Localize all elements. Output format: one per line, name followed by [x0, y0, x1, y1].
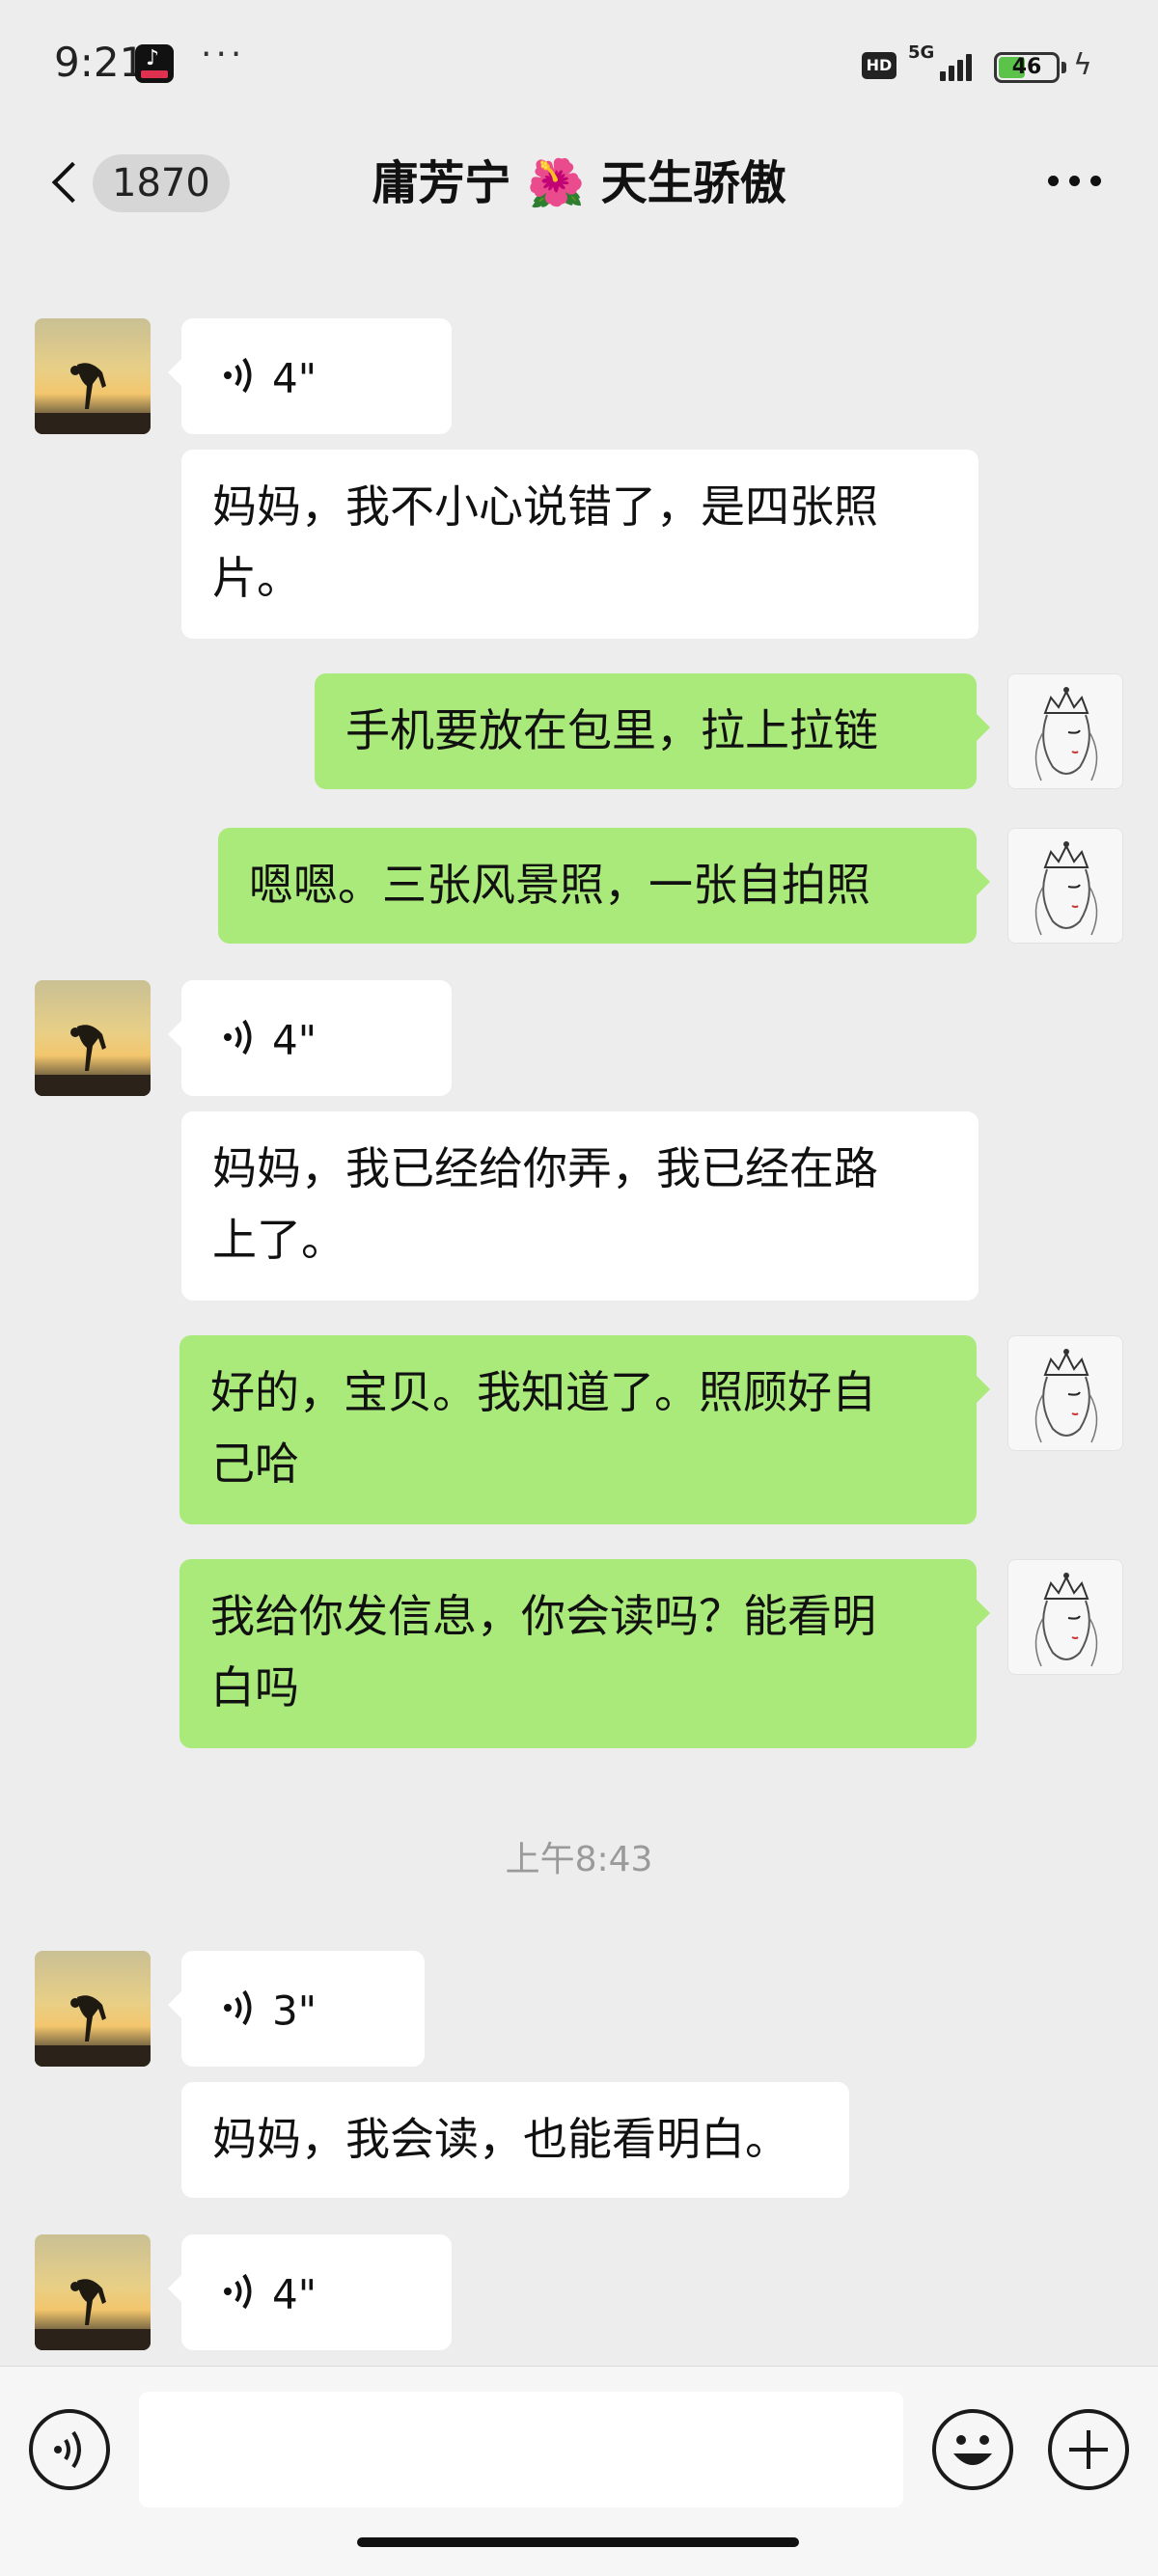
voice-message[interactable]: 3": [168, 1951, 425, 2067]
text-message[interactable]: 妈妈，我已经给你弄，我已经在路 上了。: [181, 1111, 979, 1301]
my-avatar[interactable]: [1007, 1335, 1123, 1451]
message-line: 我给你发信息，你会读吗？能看明: [210, 1590, 876, 1642]
message-input[interactable]: [139, 2392, 903, 2507]
voice-input-icon[interactable]: [29, 2409, 110, 2490]
voice-wave-icon: [224, 1019, 252, 1055]
status-bar: 9:21 ··· HD 5G 46 ϟ: [0, 0, 1158, 125]
unread-count-badge[interactable]: 1870: [93, 154, 230, 212]
voice-wave-icon: [224, 1989, 252, 2025]
voice-wave-icon: [224, 2273, 252, 2309]
message-line: 上了。: [212, 1214, 345, 1266]
voice-message[interactable]: 4": [168, 318, 452, 434]
text-message[interactable]: 嗯嗯。三张风景照，一张自拍照: [218, 828, 990, 944]
tiktok-notification-icon: [135, 44, 174, 83]
voice-message[interactable]: 4": [168, 980, 452, 1096]
contact-avatar[interactable]: [35, 980, 151, 1096]
text-message[interactable]: 手机要放在包里，拉上拉链: [315, 673, 990, 789]
plus-icon[interactable]: [1048, 2409, 1129, 2490]
voice-message[interactable]: 4": [168, 2234, 452, 2350]
contact-avatar[interactable]: [35, 2234, 151, 2350]
signal-icon: [940, 50, 979, 81]
battery-tip: [1062, 62, 1066, 73]
hd-icon: HD: [862, 52, 896, 79]
contact-avatar[interactable]: [35, 1951, 151, 2067]
voice-duration: 4": [272, 1016, 317, 1064]
voice-duration: 4": [272, 354, 317, 402]
home-indicator[interactable]: [357, 2537, 799, 2547]
text-message[interactable]: 好的，宝贝。我知道了。照顾好自 己哈: [179, 1335, 990, 1524]
message-line: 白吗: [210, 1661, 299, 1713]
status-time: 9:21: [54, 39, 146, 86]
my-avatar[interactable]: [1007, 673, 1123, 789]
my-avatar[interactable]: [1007, 828, 1123, 944]
charging-icon: ϟ: [1073, 48, 1092, 82]
battery-percent: 46: [1011, 55, 1042, 79]
text-message[interactable]: 妈妈，我不小心说错了，是四张照 片。: [181, 450, 979, 639]
my-avatar[interactable]: [1007, 1559, 1123, 1675]
battery-icon: 46: [994, 52, 1060, 83]
more-options-icon[interactable]: [1048, 172, 1102, 191]
message-line: 妈妈，我不小心说错了，是四张照: [212, 480, 878, 533]
network-type: 5G: [908, 42, 935, 63]
voice-duration: 3": [272, 1987, 317, 2035]
emoji-icon[interactable]: [932, 2409, 1013, 2490]
text-message[interactable]: 妈妈，我会读，也能看明白。: [181, 2082, 849, 2198]
voice-duration: 4": [272, 2270, 317, 2318]
message-line: 好的，宝贝。我知道了。照顾好自: [210, 1366, 876, 1418]
message-line: 手机要放在包里，拉上拉链: [345, 704, 878, 756]
message-line: 妈妈，我会读，也能看明白。: [212, 2113, 789, 2165]
message-line: 嗯嗯。三张风景照，一张自拍照: [249, 859, 870, 911]
chat-header: 庸芳宁 🌺 天生骄傲 1870: [0, 135, 1158, 232]
back-icon[interactable]: [46, 156, 85, 210]
more-notifications-icon: ···: [201, 35, 246, 74]
message-timestamp: 上午8:43: [505, 1840, 653, 1879]
message-line: 妈妈，我已经给你弄，我已经在路: [212, 1142, 878, 1194]
voice-wave-icon: [224, 357, 252, 393]
message-line: 片。: [212, 552, 301, 604]
text-message[interactable]: 我给你发信息，你会读吗？能看明 白吗: [179, 1559, 990, 1748]
contact-avatar[interactable]: [35, 318, 151, 434]
message-line: 己哈: [210, 1438, 299, 1490]
